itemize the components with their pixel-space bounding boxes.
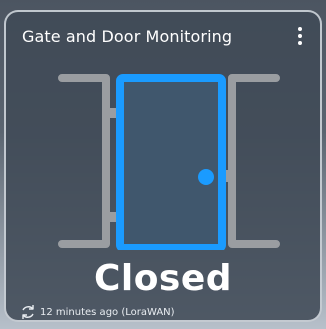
last-updated: 12 minutes ago (LoraWAN) bbox=[20, 304, 175, 320]
more-vertical-icon[interactable] bbox=[294, 26, 306, 46]
door-closed-icon bbox=[56, 72, 282, 252]
card-title: Gate and Door Monitoring bbox=[22, 27, 233, 46]
door-status: Closed bbox=[93, 258, 233, 299]
updated-text: 12 minutes ago (LoraWAN) bbox=[40, 306, 175, 318]
door-monitor-card: Gate and Door Monitoring Closed 12 minut… bbox=[4, 10, 322, 322]
refresh-icon[interactable] bbox=[20, 304, 36, 320]
